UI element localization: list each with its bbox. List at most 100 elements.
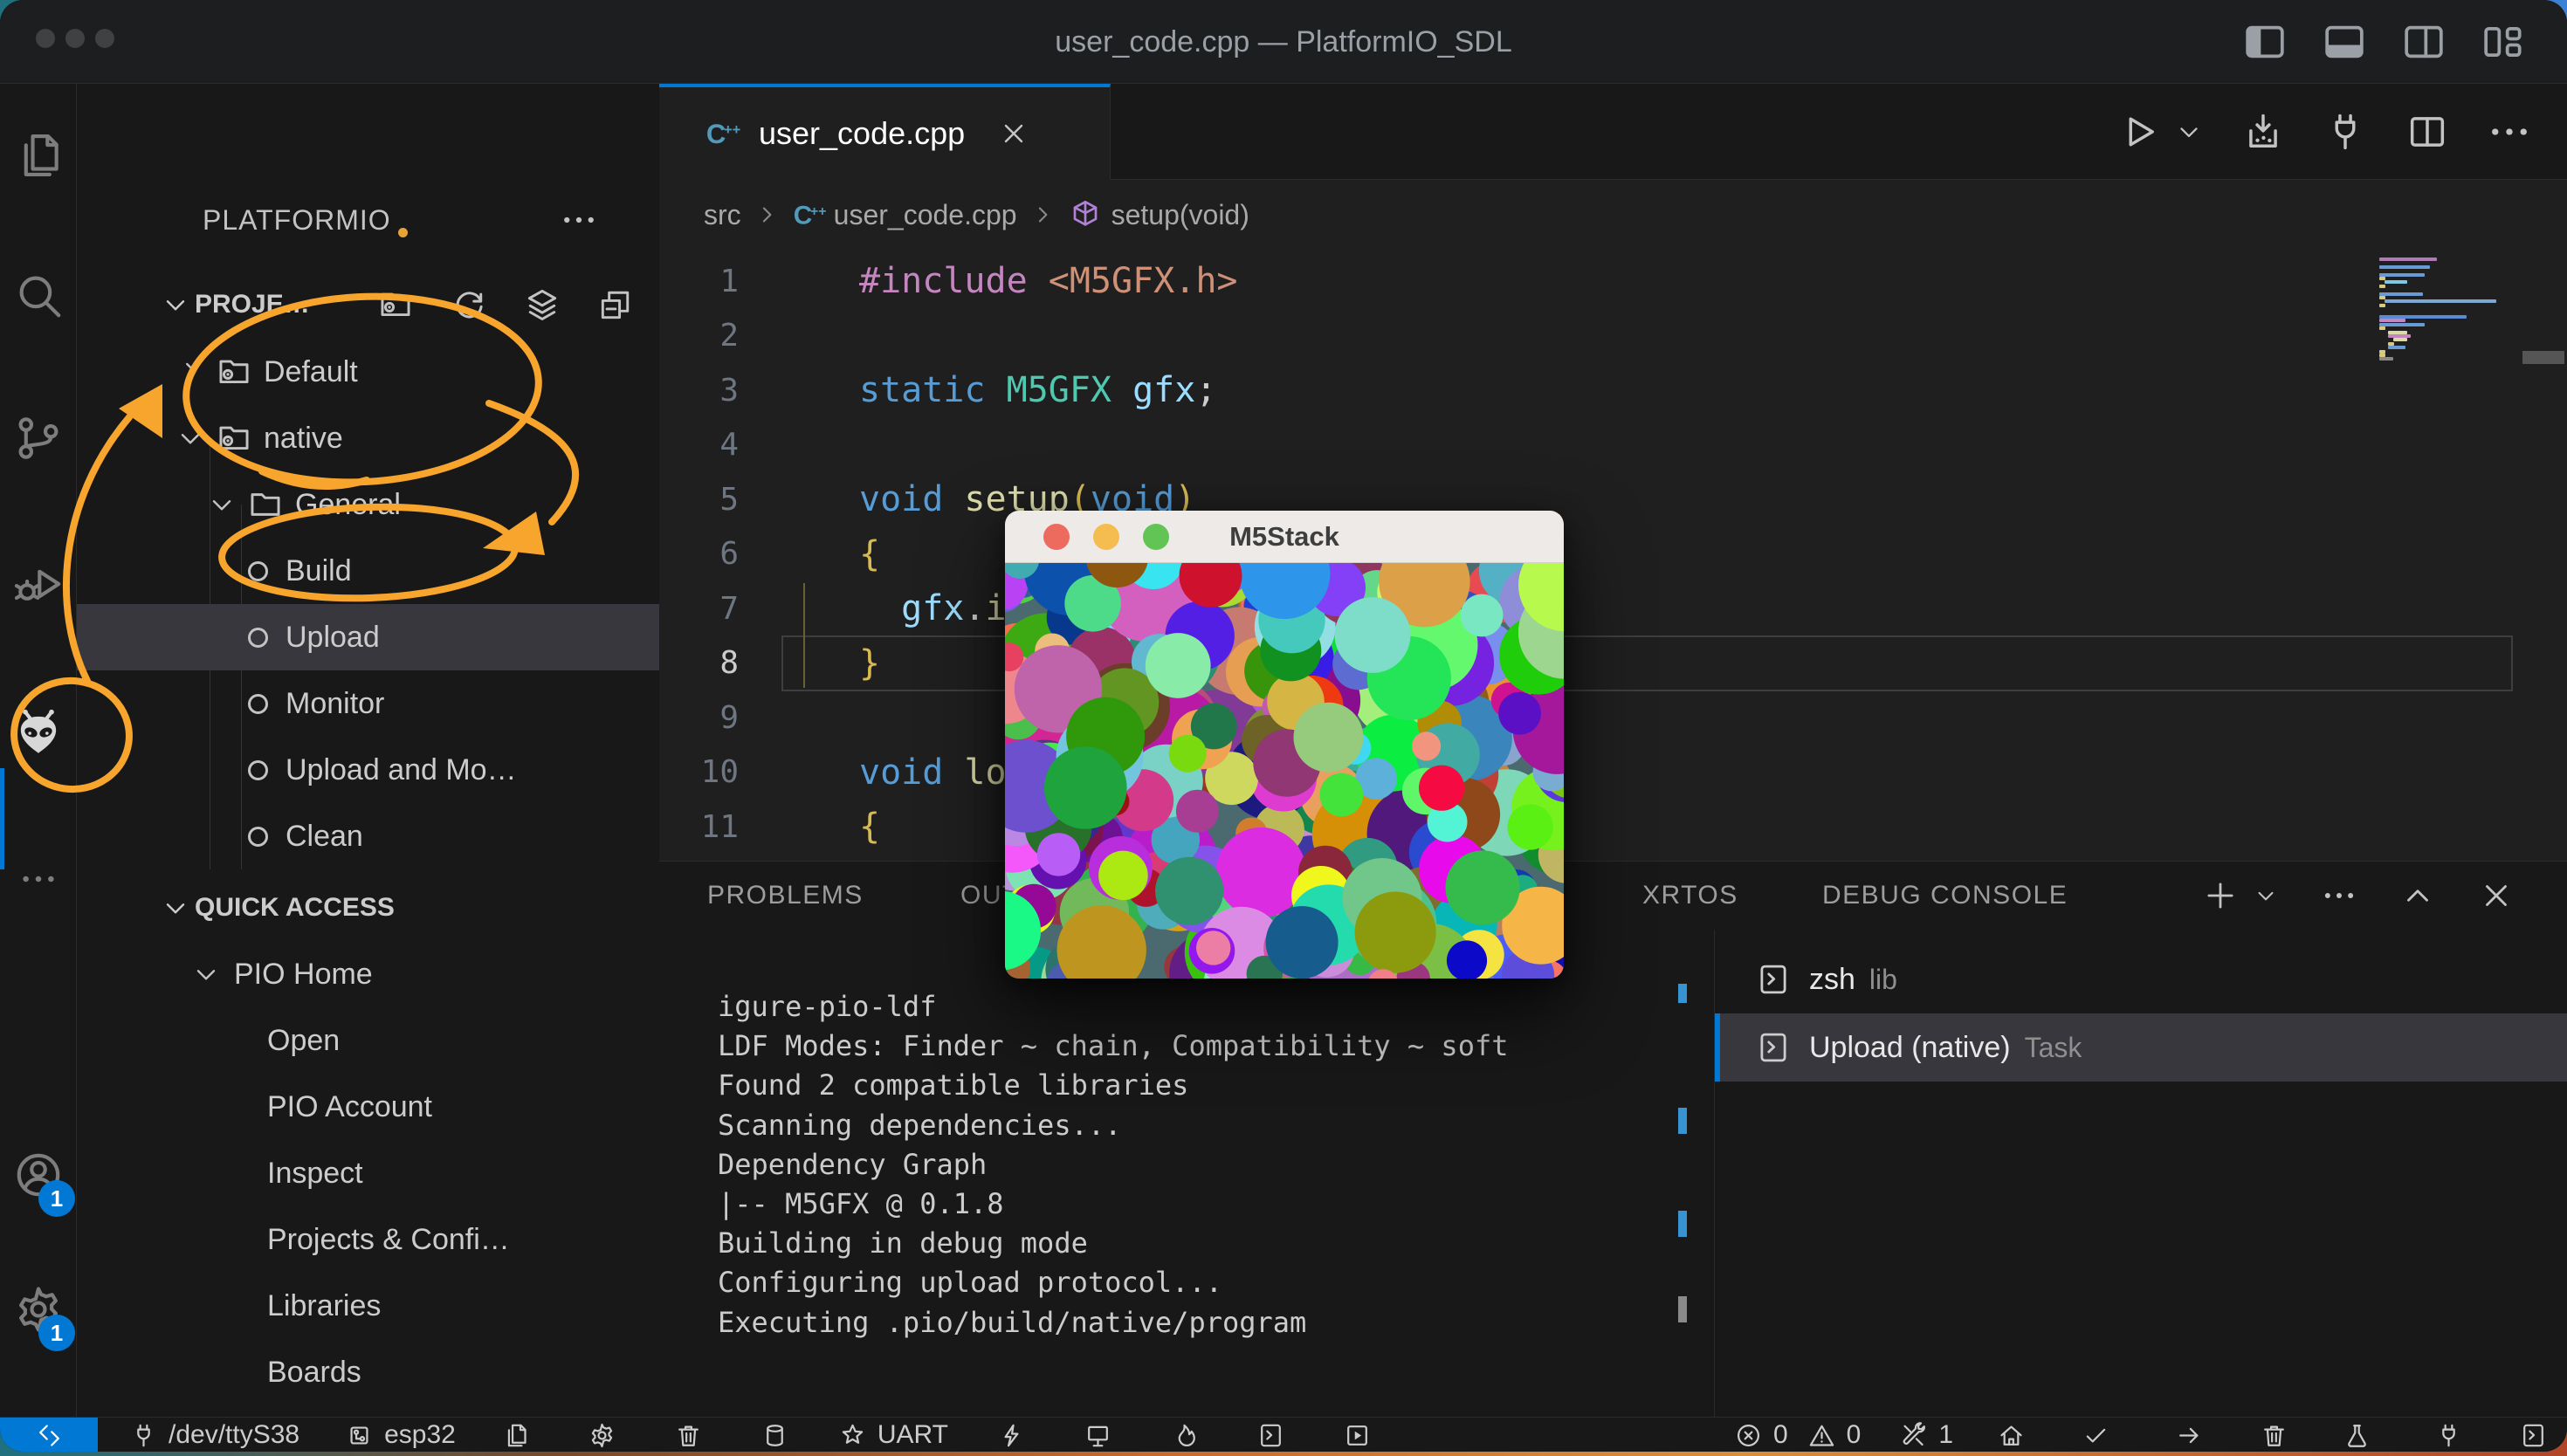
sidebar-item-search[interactable] [0, 243, 77, 347]
flame-icon[interactable] [1170, 1421, 1199, 1450]
chevron-down-icon [206, 489, 237, 520]
m5stack-window[interactable]: M5Stack [1005, 511, 1564, 979]
breadcrumb-symbol[interactable]: setup(void) [1111, 199, 1249, 231]
quick-access-item-pio-account[interactable]: PIO Account [77, 1074, 659, 1140]
quick-access-item-platforms[interactable]: Platforms [77, 1405, 659, 1417]
run-dropdown-chevron-icon[interactable] [2174, 117, 2204, 147]
tab-user-code-cpp[interactable]: user_code.cpp [659, 84, 1111, 180]
board-item[interactable]: esp32 [345, 1420, 456, 1450]
tab-xrtos[interactable]: XRTOS [1642, 862, 1738, 930]
pio-home-icon[interactable] [1997, 1421, 2026, 1450]
serial-port-item[interactable]: /dev/ttyS38 [129, 1420, 299, 1450]
minimap[interactable] [2379, 258, 2523, 371]
sidebar-item-more-views[interactable] [0, 827, 77, 931]
build-gear-icon[interactable] [588, 1421, 616, 1450]
split-editor-icon[interactable] [2405, 109, 2450, 155]
new-terminal-icon[interactable] [2519, 1421, 2548, 1450]
cpp-file-icon [792, 196, 829, 233]
terminal-dropdown-chevron-icon[interactable] [2253, 883, 2279, 909]
close-tab-icon[interactable] [998, 118, 1029, 149]
toggle-sidebar-icon[interactable] [2240, 17, 2289, 66]
project-env-folders-icon[interactable] [501, 1421, 530, 1450]
collapse-all-icon[interactable] [596, 285, 635, 324]
run-export-icon[interactable] [1343, 1421, 1372, 1450]
quick-access-item-boards[interactable]: Boards [77, 1339, 659, 1405]
tree-item-upload[interactable]: Upload [77, 604, 659, 670]
upload-arrow-icon[interactable] [2175, 1421, 2204, 1450]
sidebar-item-run-debug[interactable] [0, 532, 77, 636]
chevron-down-icon [190, 958, 222, 990]
problems-item[interactable]: 0 0 [1734, 1420, 1861, 1450]
ellipsis-icon [18, 859, 58, 899]
terminal-output[interactable]: igure-pio-ldf LDF Modes: Finder ~ chain,… [718, 987, 1508, 1343]
terminal-item-upload-native[interactable]: Upload (native) Task [1715, 1013, 2567, 1082]
quick-access-item-open[interactable]: Open [77, 1007, 659, 1074]
terminal-icon [1755, 958, 1792, 1000]
test-flask-icon[interactable] [2343, 1421, 2371, 1450]
quick-access-item-libraries[interactable]: Libraries [77, 1273, 659, 1339]
board-chip-icon [345, 1421, 374, 1450]
toggle-panel-icon[interactable] [2320, 17, 2369, 66]
more-actions-icon[interactable] [2487, 109, 2532, 155]
sidebar-more-actions-icon[interactable] [560, 201, 598, 239]
refresh-icon[interactable] [450, 285, 488, 324]
close-panel-icon[interactable] [2478, 877, 2515, 914]
serial-monitor-item[interactable]: UART [838, 1420, 948, 1450]
tree-item-upload-and-monitor[interactable]: Upload and Mo… [77, 737, 659, 803]
project-tasks-section-header[interactable]: PROJE… [77, 278, 659, 331]
terminal-icon[interactable] [1256, 1421, 1285, 1450]
tree-item-default[interactable]: Default [77, 339, 659, 405]
tree-item-build[interactable]: Build [77, 538, 659, 604]
install-libraries-icon[interactable] [2240, 109, 2286, 155]
terminal-item-zsh[interactable]: zsh lib [1715, 945, 2567, 1013]
breadcrumb-folder[interactable]: src [704, 199, 741, 231]
run-button-icon[interactable] [2116, 109, 2162, 155]
quick-access-header[interactable]: QUICK ACCESS [77, 875, 659, 941]
monitor-icon[interactable] [1084, 1421, 1112, 1450]
clean-trash-icon[interactable] [2260, 1421, 2288, 1450]
settings-button[interactable]: 1 [0, 1257, 77, 1362]
sidebar-item-explorer[interactable] [0, 103, 77, 208]
tab-debug-console[interactable]: DEBUG CONSOLE [1822, 862, 2068, 930]
chevron-down-icon [160, 289, 191, 320]
serial-plug-icon[interactable] [2434, 1421, 2463, 1450]
quick-access-item-pio-home[interactable]: PIO Home [77, 941, 659, 1007]
tasks-running-item[interactable]: 1 [1899, 1420, 1953, 1450]
m5stack-window-title: M5Stack [1005, 511, 1564, 563]
multi-env-layers-icon[interactable] [523, 285, 561, 324]
sidebar-item-platformio[interactable] [0, 681, 77, 786]
quick-access-item-inspect[interactable]: Inspect [77, 1140, 659, 1206]
split-editor-icon[interactable] [2399, 17, 2448, 66]
code-editor[interactable]: 1#include <M5GFX.h> 2 3static M5GFX gfx;… [659, 254, 2515, 855]
editor-scrollbar[interactable] [2522, 351, 2564, 364]
warning-icon [1807, 1421, 1836, 1450]
remote-indicator[interactable] [0, 1418, 98, 1452]
maximize-panel-icon[interactable] [2399, 877, 2436, 914]
breadcrumb-file[interactable]: user_code.cpp [834, 199, 1017, 231]
tools-icon [1899, 1421, 1928, 1450]
build-check-icon[interactable] [2082, 1421, 2110, 1450]
clean-trash-icon[interactable] [674, 1421, 703, 1450]
quick-access-item-projects[interactable]: Projects & Confi… [77, 1206, 659, 1273]
tree-item-clean[interactable]: Clean [77, 803, 659, 869]
tab-problems[interactable]: PROBLEMS [707, 862, 864, 930]
customize-layout-icon[interactable] [2479, 17, 2528, 66]
tree-item-general[interactable]: General [77, 471, 659, 538]
project-tasks-tree: Default native General Build Upload Moni… [77, 339, 659, 869]
chevron-right-icon [1029, 202, 1056, 228]
platformio-sidebar: PLATFORMIO PROJE… Default [77, 84, 659, 1417]
tree-item-native[interactable]: native [77, 405, 659, 471]
accounts-button[interactable]: 1 [0, 1123, 77, 1227]
new-terminal-icon[interactable] [2202, 877, 2239, 914]
chevron-right-icon [175, 356, 206, 388]
tree-item-monitor[interactable]: Monitor [77, 670, 659, 737]
panel-more-actions-icon[interactable] [2321, 877, 2357, 914]
upload-bolt-icon[interactable] [997, 1421, 1026, 1450]
task-circle-icon [248, 561, 268, 581]
sidebar-item-source-control[interactable] [0, 386, 77, 491]
plug-icon[interactable] [2323, 109, 2368, 155]
m5stack-titlebar[interactable]: M5Stack [1005, 511, 1564, 563]
test-cylinder-icon[interactable] [760, 1421, 789, 1450]
search-icon [11, 268, 65, 322]
open-project-icon[interactable] [376, 285, 415, 324]
